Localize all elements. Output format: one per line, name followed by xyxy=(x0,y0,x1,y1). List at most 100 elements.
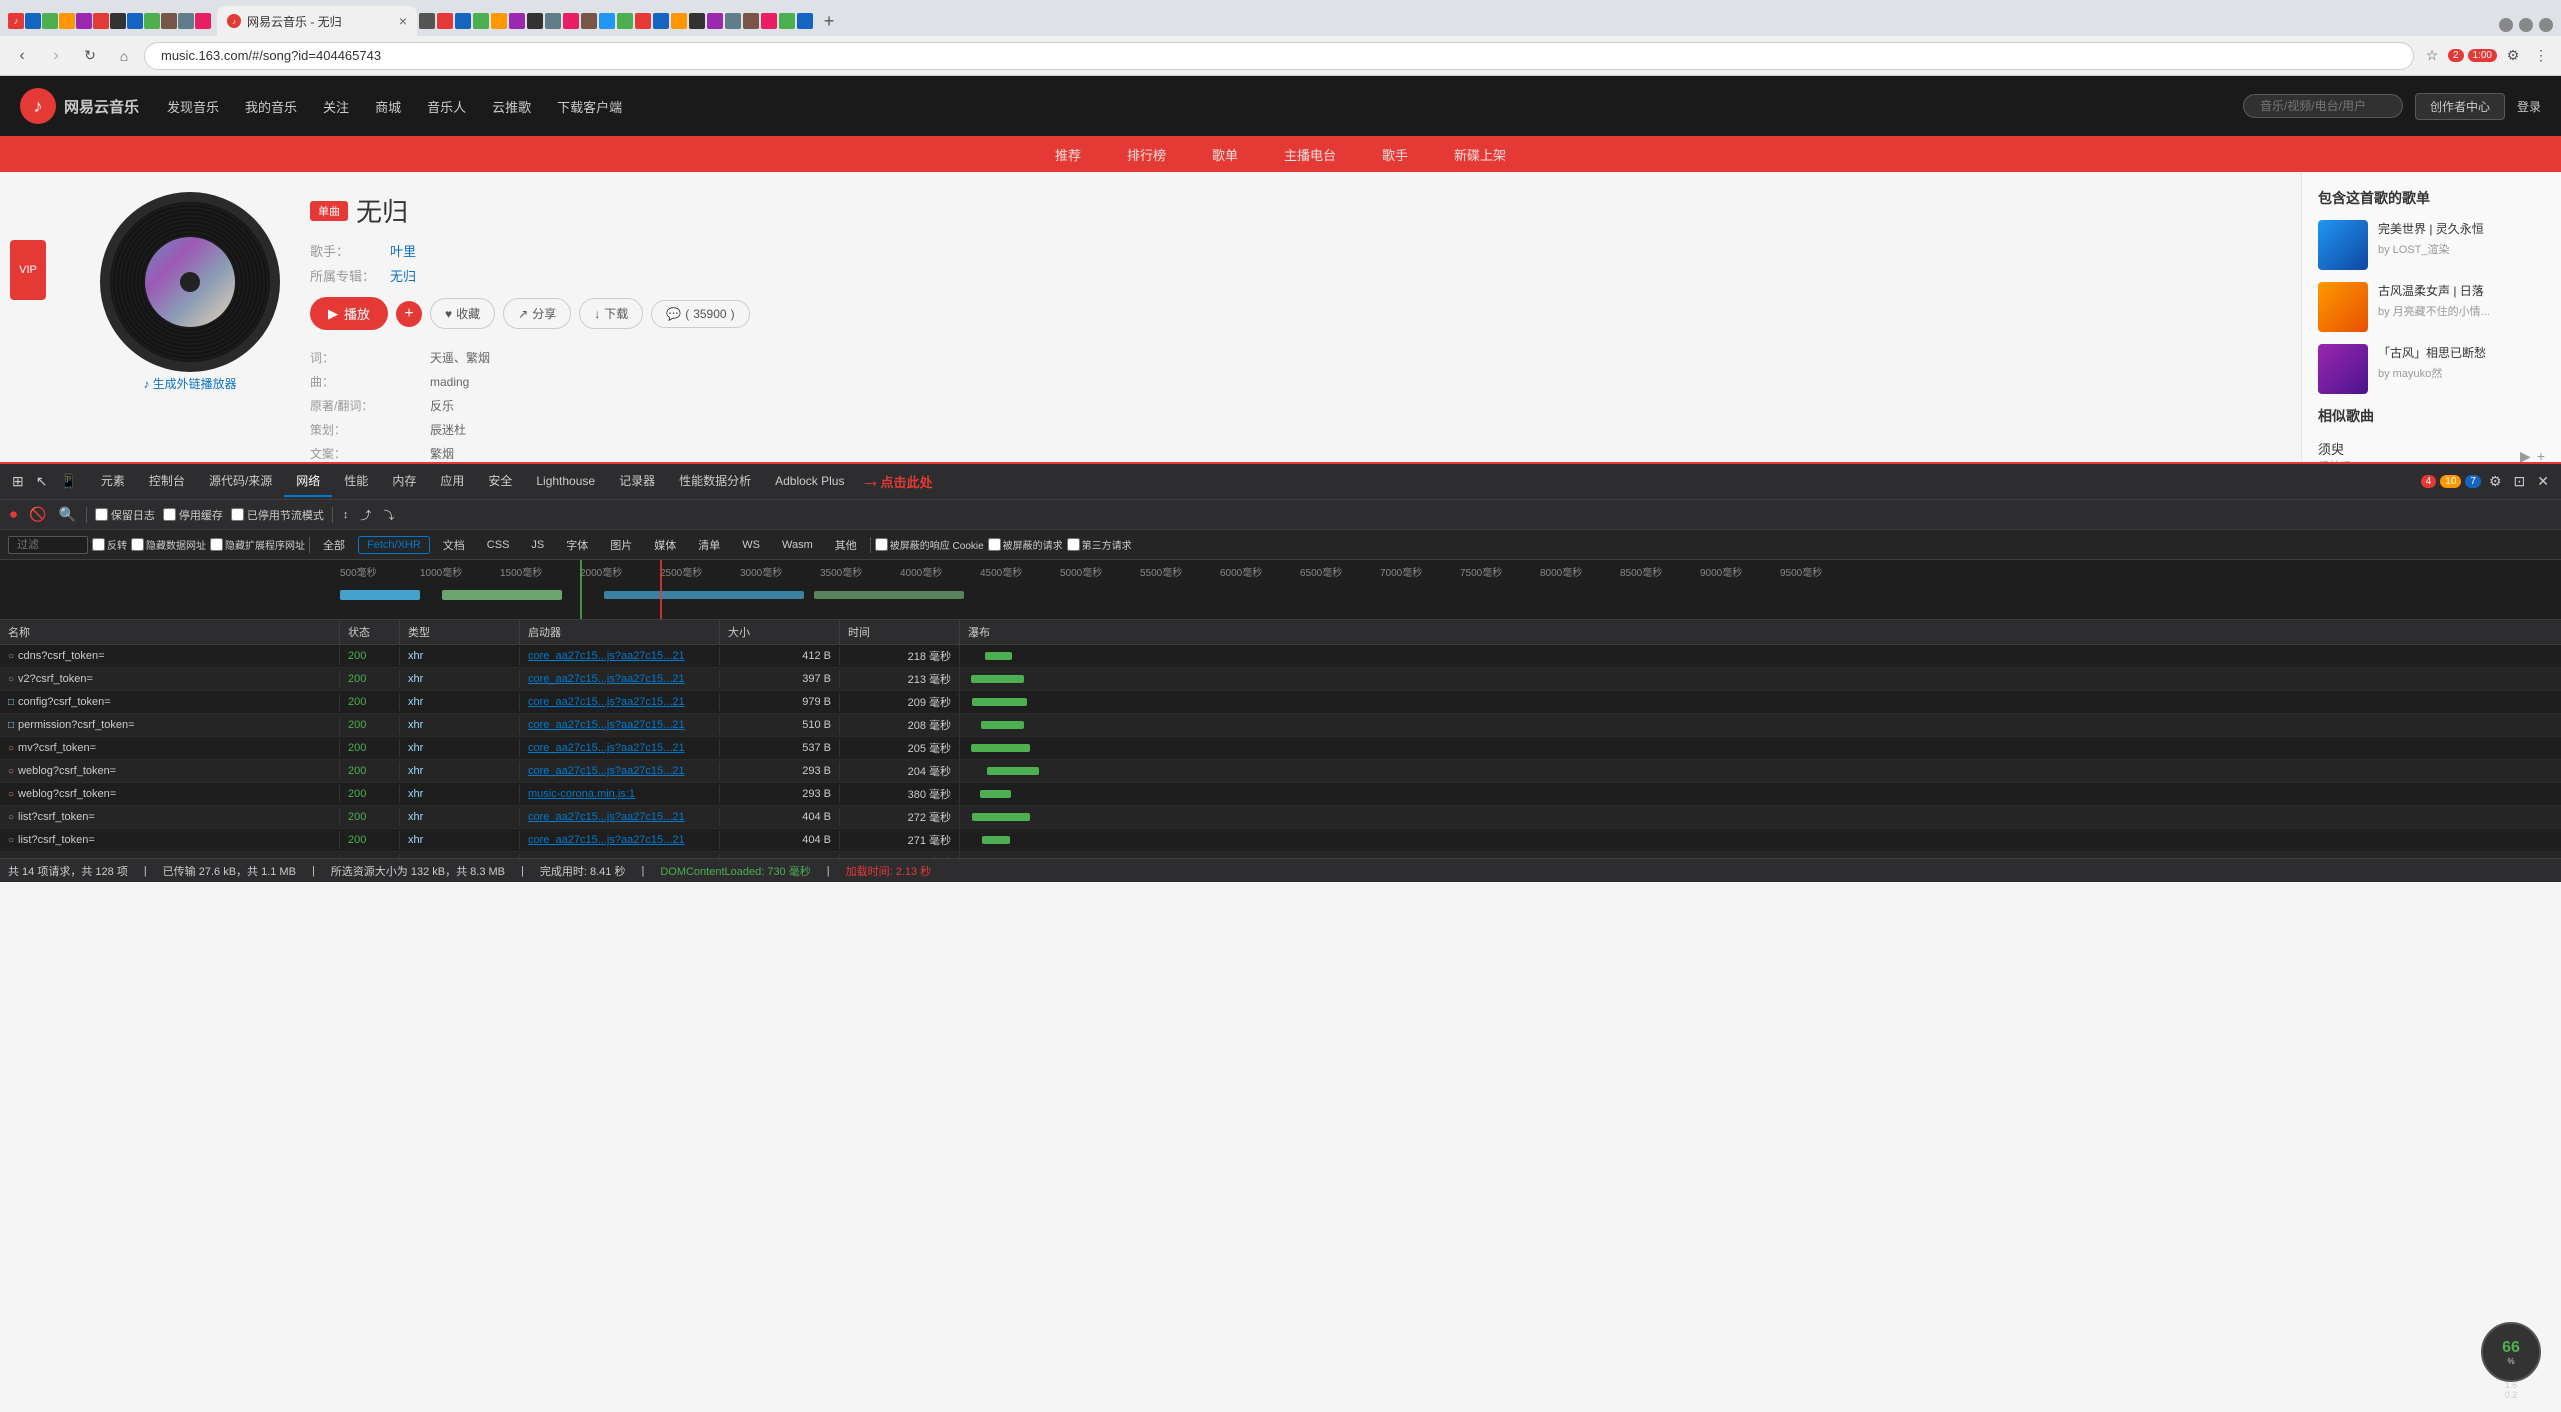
filter-doc[interactable]: 文档 xyxy=(434,534,474,556)
offline-checkbox[interactable]: 已停用节流模式 xyxy=(231,507,324,523)
row-initiator[interactable]: core_aa27c15...js?aa27c15...21 xyxy=(520,670,720,688)
tab-lighthouse[interactable]: Lighthouse xyxy=(524,468,607,496)
vip-badge[interactable]: VIP xyxy=(10,240,46,300)
table-row[interactable]: ○ list?csrf_token= 200 xhr core_aa27c15.… xyxy=(0,806,2561,829)
nav-musician[interactable]: 音乐人 xyxy=(419,93,474,120)
filter-media[interactable]: 媒体 xyxy=(645,534,685,556)
col-header-waterfall[interactable]: 瀑布 xyxy=(960,620,2561,644)
forward-button[interactable]: › xyxy=(42,42,70,70)
settings-icon[interactable]: ⚙ xyxy=(2501,44,2525,68)
search-button[interactable]: 🔍 xyxy=(56,504,77,525)
col-header-initiator[interactable]: 启动器 xyxy=(520,620,720,644)
col-header-status[interactable]: 状态 xyxy=(340,620,400,644)
download-button[interactable]: ↓下载 xyxy=(579,298,643,329)
filter-ws[interactable]: WS xyxy=(733,536,769,554)
minimize-button[interactable] xyxy=(2499,18,2513,32)
plus-button[interactable]: + xyxy=(396,301,422,327)
filter-other[interactable]: 其他 xyxy=(826,534,866,556)
search-input[interactable] xyxy=(2243,94,2403,118)
tab-close-icon[interactable]: × xyxy=(399,13,407,29)
dt-close-button[interactable]: ✕ xyxy=(2533,469,2553,494)
singer-link[interactable]: 叶里 xyxy=(390,241,416,260)
table-row[interactable]: ○ list?csrf_token= 200 xhr core_aa27c15.… xyxy=(0,829,2561,852)
import-button[interactable]: ⤴ xyxy=(358,505,373,525)
hide-ext-checkbox[interactable]: 隐藏扩展程序网址 xyxy=(210,537,305,552)
table-row[interactable]: ○ cdns?csrf_token= 200 xhr core_aa27c15.… xyxy=(0,645,2561,668)
table-row[interactable]: □ config?csrf_token= 200 xhr core_aa27c1… xyxy=(0,691,2561,714)
table-row[interactable]: ○ weblog?csrf_token= 200 xhr music-coron… xyxy=(0,783,2561,806)
row-initiator[interactable]: core_aa27c15...js?aa27c15...21 xyxy=(520,739,720,757)
close-button[interactable] xyxy=(2539,18,2553,32)
nav-cloud[interactable]: 云推歌 xyxy=(484,93,539,120)
tab-sources[interactable]: 源代码/来源 xyxy=(197,466,284,497)
clear-button[interactable]: 🚫 xyxy=(27,504,48,525)
new-tab-button[interactable]: + xyxy=(815,7,843,35)
playlist-item-3[interactable]: 「古风」相思已断愁 by mayuko然 xyxy=(2318,344,2545,394)
tab-perf-data[interactable]: 性能数据分析 xyxy=(667,466,763,497)
generate-link[interactable]: ♪ 生成外链播放器 xyxy=(143,375,236,392)
third-party-checkbox[interactable]: 第三方请求 xyxy=(1067,537,1132,552)
tab-performance[interactable]: 性能 xyxy=(332,466,380,497)
similar-add-icon[interactable]: + xyxy=(2537,448,2545,462)
tab-network[interactable]: 网络 xyxy=(284,466,332,497)
home-button[interactable]: ⌂ xyxy=(110,42,138,70)
throttle-button[interactable]: ↕ xyxy=(341,507,351,523)
blocked-cookie-checkbox[interactable]: 被屏蔽的响应 Cookie xyxy=(875,537,984,552)
sub-nav-ranking[interactable]: 排行榜 xyxy=(1119,141,1174,168)
filter-all[interactable]: 全部 xyxy=(314,534,354,556)
disable-cache-checkbox[interactable]: 停用缓存 xyxy=(163,507,223,523)
tab-console[interactable]: 控制台 xyxy=(137,466,197,497)
invert-checkbox[interactable]: 反转 xyxy=(92,537,127,552)
nav-discover[interactable]: 发现音乐 xyxy=(159,93,227,120)
sub-nav-singer[interactable]: 歌手 xyxy=(1374,141,1416,168)
dt-settings-button[interactable]: ⚙ xyxy=(2485,469,2506,494)
table-row[interactable]: □ permission?csrf_token= 200 xhr core_aa… xyxy=(0,714,2561,737)
table-row[interactable]: ○ v2?csrf_token= 200 xhr core_aa27c15...… xyxy=(0,668,2561,691)
similar-item-1[interactable]: 须臾 摇梦唱 ▶ + xyxy=(2318,434,2545,462)
row-initiator[interactable]: core_aa27c15...js?aa27c15...21 xyxy=(520,808,720,826)
table-row[interactable]: ○ mv?csrf_token= 200 xhr core_aa27c15...… xyxy=(0,737,2561,760)
sub-nav-recommend[interactable]: 推荐 xyxy=(1047,141,1089,168)
collect-button[interactable]: ♥收藏 xyxy=(430,298,495,329)
similar-play-icon[interactable]: ▶ xyxy=(2520,448,2531,462)
dt-inspect-icon[interactable]: ↖ xyxy=(32,469,52,494)
hide-data-checkbox[interactable]: 隐藏数据网址 xyxy=(131,537,206,552)
bookmark-icon[interactable]: ☆ xyxy=(2420,44,2444,68)
nav-download[interactable]: 下载客户端 xyxy=(549,93,630,120)
record-button[interactable]: ⏺ xyxy=(8,504,19,525)
row-initiator[interactable]: music-corona.min.js:1 xyxy=(520,785,720,803)
filter-font[interactable]: 字体 xyxy=(557,534,597,556)
play-button[interactable]: ▶ 播放 xyxy=(310,297,388,330)
nav-shop[interactable]: 商城 xyxy=(367,93,409,120)
tab-memory[interactable]: 内存 xyxy=(380,466,428,497)
col-header-name[interactable]: 名称 xyxy=(0,620,340,644)
preserve-log-checkbox[interactable]: 保留日志 xyxy=(95,507,155,523)
sub-nav-playlist[interactable]: 歌单 xyxy=(1204,141,1246,168)
row-initiator[interactable]: core_aa27c15...js?aa27c15...21 xyxy=(520,647,720,665)
filter-wasm[interactable]: Wasm xyxy=(773,536,822,554)
tab-security[interactable]: 安全 xyxy=(476,466,524,497)
row-initiator[interactable]: core_aa27c15...js?aa27c15...21 xyxy=(520,693,720,711)
comment-button[interactable]: 💬(35900) xyxy=(651,300,749,328)
album-link[interactable]: 无归 xyxy=(390,266,416,285)
reload-button[interactable]: ↻ xyxy=(76,42,104,70)
tab-elements[interactable]: 元素 xyxy=(89,466,137,497)
back-button[interactable]: ‹ xyxy=(8,42,36,70)
filter-css[interactable]: CSS xyxy=(478,536,519,554)
sub-nav-radio[interactable]: 主播电台 xyxy=(1276,141,1344,168)
row-initiator[interactable]: core_aa27c15...js?aa27c15...21 xyxy=(520,762,720,780)
dt-dock-button[interactable]: ⊡ xyxy=(2510,469,2530,494)
tab-recorder[interactable]: 记录器 xyxy=(607,466,667,497)
col-header-size[interactable]: 大小 xyxy=(720,620,840,644)
filter-fetch-xhr[interactable]: Fetch/XHR xyxy=(358,536,430,554)
row-initiator[interactable]: core_aa27c15...js?aa27c15...21 xyxy=(520,716,720,734)
active-tab[interactable]: ♪ 网易云音乐 - 无归 × xyxy=(217,6,417,36)
share-button[interactable]: ↗分享 xyxy=(503,298,571,329)
menu-icon[interactable]: ⋮ xyxy=(2529,44,2553,68)
export-button[interactable]: ⤵ xyxy=(381,505,396,525)
playlist-item-1[interactable]: 完美世界 | 灵久永恒 by LOST_渲染 xyxy=(2318,220,2545,270)
dt-tools-icon[interactable]: ⊞ xyxy=(8,469,28,494)
filter-img[interactable]: 图片 xyxy=(601,534,641,556)
address-input[interactable] xyxy=(144,42,2414,70)
nav-mymusic[interactable]: 我的音乐 xyxy=(237,93,305,120)
